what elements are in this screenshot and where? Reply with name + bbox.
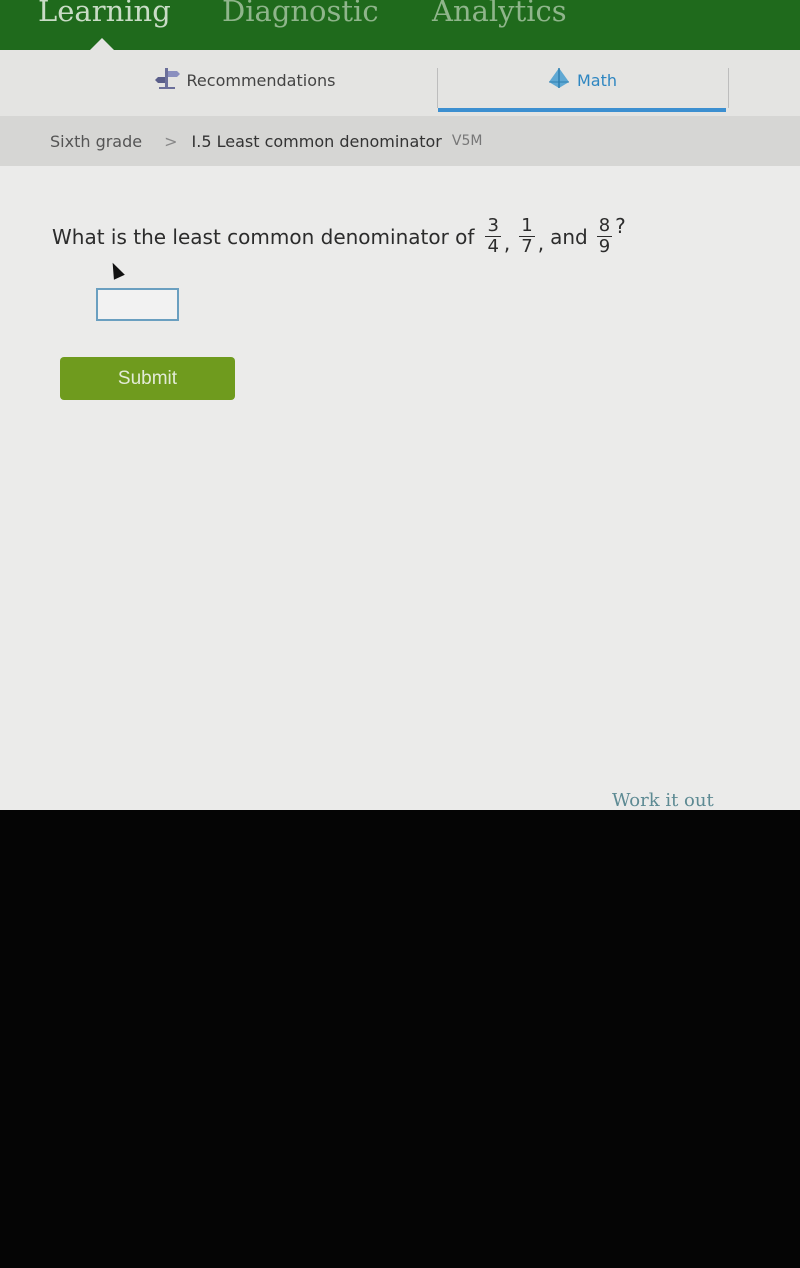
nav-learning[interactable]: Learning <box>38 0 171 28</box>
question-prefix: What is the least common denominator of <box>52 224 475 249</box>
subject-tabs: Recommendations Math <box>0 50 800 116</box>
breadcrumb: Sixth grade > I.5 Least common denominat… <box>0 116 800 166</box>
tab-math[interactable]: Math <box>438 50 726 110</box>
numerator: 1 <box>519 215 535 237</box>
question-mark: ? <box>615 214 626 238</box>
breadcrumb-skill: I.5 Least common denominator <box>191 131 442 151</box>
chevron-right-icon: > <box>164 131 178 151</box>
comma: , <box>537 231 545 255</box>
answer-input[interactable] <box>96 288 179 321</box>
mouse-cursor-icon <box>107 260 125 280</box>
active-nav-caret <box>90 38 114 50</box>
fraction: 8 9 <box>596 215 613 257</box>
denominator: 7 <box>521 236 533 257</box>
skill-code: V5M <box>451 133 483 149</box>
denominator: 4 <box>487 236 499 257</box>
tab-math-label: Math <box>576 70 618 90</box>
submit-button[interactable]: Submit <box>60 357 235 400</box>
nav-diagnostic[interactable]: Diagnostic <box>222 0 379 28</box>
breadcrumb-grade[interactable]: Sixth grade <box>50 132 142 151</box>
denominator: 9 <box>598 236 611 257</box>
nav-analytics[interactable]: Analytics <box>432 0 567 28</box>
numerator: 3 <box>485 215 501 237</box>
numerator: 8 <box>596 215 613 237</box>
question-text: What is the least common denominator of … <box>52 214 626 257</box>
question-and: and <box>550 224 588 249</box>
browser-screen: Learning Diagnostic Analytics Recommenda… <box>0 0 800 811</box>
comma: , <box>503 231 511 255</box>
tab-recommendations[interactable]: Recommendations <box>100 50 390 110</box>
recommendations-icon <box>154 65 181 95</box>
tab-divider <box>728 68 729 108</box>
tab-recommendations-label: Recommendations <box>186 70 336 90</box>
fraction: 1 7 <box>519 215 535 257</box>
top-navigation: Learning Diagnostic Analytics <box>0 0 800 50</box>
math-pyramid-icon <box>547 66 571 94</box>
active-tab-indicator <box>438 108 726 112</box>
fraction: 3 4 <box>485 215 501 257</box>
work-it-out-link[interactable]: Work it out <box>612 790 714 811</box>
